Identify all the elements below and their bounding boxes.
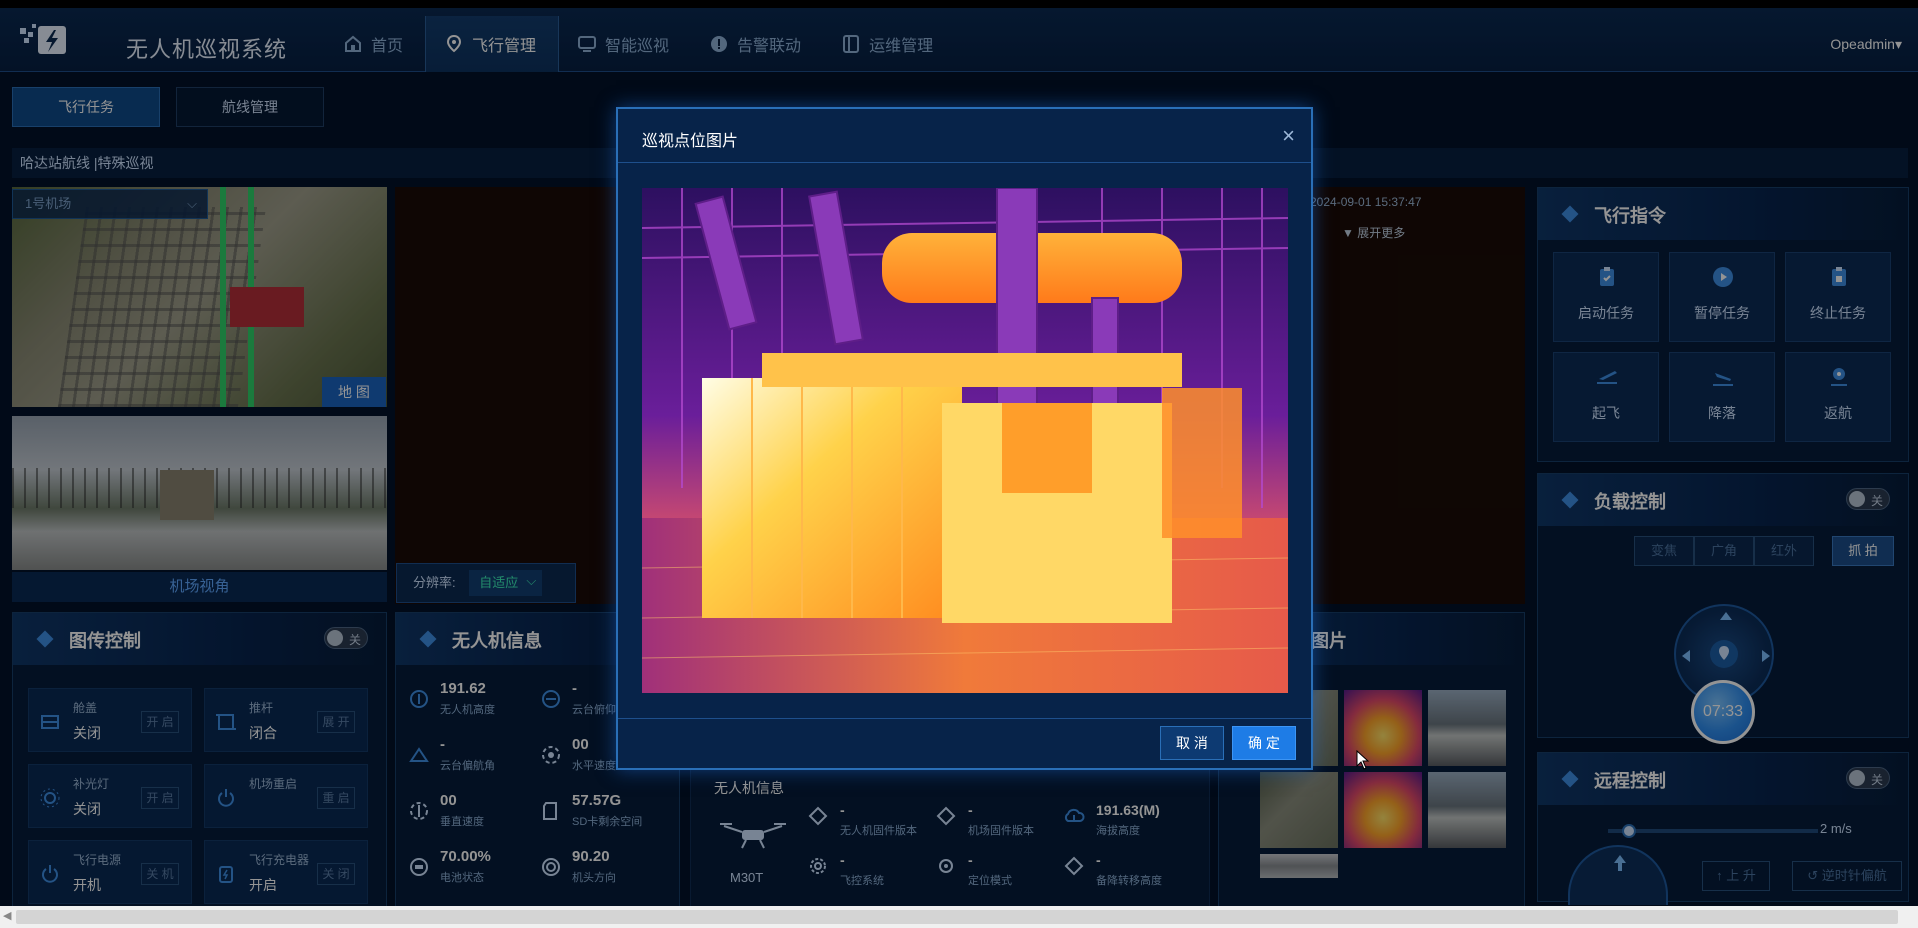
- modal-title: 巡视点位图片: [642, 133, 739, 150]
- confirm-button[interactable]: 确 定: [1232, 726, 1296, 760]
- scrollbar-thumb[interactable]: [16, 910, 1898, 924]
- horizontal-scrollbar[interactable]: ◀: [0, 906, 1918, 928]
- modal-header: 巡视点位图片 ×: [618, 109, 1311, 163]
- patrol-image-modal: 巡视点位图片 × 取 消 确 定: [616, 107, 1313, 770]
- thermal-transformer-picture: [642, 188, 1288, 693]
- thermal-image: [642, 188, 1288, 693]
- scroll-left-icon[interactable]: ◀: [3, 909, 11, 922]
- close-icon[interactable]: ×: [1282, 123, 1295, 149]
- mouse-cursor-icon: [1356, 750, 1370, 770]
- modal-divider: [618, 718, 1311, 719]
- cancel-button[interactable]: 取 消: [1160, 726, 1224, 760]
